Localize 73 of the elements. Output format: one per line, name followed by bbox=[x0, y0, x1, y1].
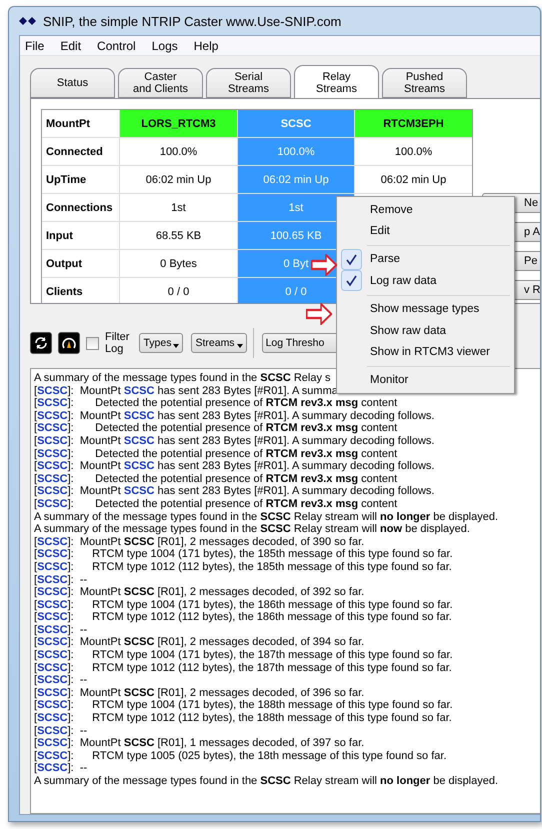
table-cell: 68.55 KB bbox=[120, 222, 237, 249]
log-line: [SCSC]: -- bbox=[34, 624, 88, 636]
log-line: A summary of the message types found in the SCSC Relay stream will no longer be displayed. bbox=[34, 510, 498, 524]
refresh-icon[interactable] bbox=[30, 332, 52, 354]
log-line: [SCSC]: -- bbox=[34, 724, 88, 738]
window-title: SNIP, the simple NTRIP Caster www.Use-SNIP.com bbox=[43, 14, 342, 28]
log-line: [SCSC]: RTCM type 1012 (112 bytes), the 188th message of this type found so far. bbox=[34, 712, 452, 725]
log-line: [SCSC]: RTCM type 1004 (171 bytes), the 188th message of this type found so far. bbox=[34, 699, 453, 712]
row-label: Connected bbox=[42, 138, 119, 165]
log-line: [SCSC]: MountPt SCSC has sent 283 Bytes [#R01]. A summary decoding follows. bbox=[34, 460, 434, 473]
row-label: MountPt bbox=[42, 110, 119, 137]
log-line: [SCSC]: RTCM type 1004 (171 bytes), the 185th message of this type found so far. bbox=[34, 548, 453, 561]
log-line: [SCSC]: MountPt SCSC [R01], 1 messages decoded, of 397 so far. bbox=[34, 737, 364, 750]
row-label: Clients bbox=[42, 278, 119, 303]
menu-item[interactable]: Edit bbox=[60, 38, 90, 52]
gauge-icon[interactable] bbox=[58, 332, 80, 354]
log-line: [SCSC]: Detected the potential presence of RTCM rev3.x msg content bbox=[34, 448, 398, 460]
tab[interactable]: Pushed Streams bbox=[382, 68, 467, 98]
caret-icon bbox=[236, 344, 243, 348]
log-line: [SCSC]: Detected the potential presence of RTCM rev3.x msg content bbox=[34, 472, 398, 486]
log-line: A summary of the message types found in the SCSC Relay stream will no longer be displayed. bbox=[34, 775, 498, 788]
log-line: [SCSC]: -- bbox=[34, 674, 88, 687]
log-line: [SCSC]: MountPt SCSC has sent 283 Bytes [#R01]. A summary decoding follows. bbox=[34, 434, 434, 448]
table-cell: 100.0% bbox=[355, 138, 472, 165]
stream-header[interactable]: RTCM3EPH bbox=[355, 110, 472, 137]
log-line: [SCSC]: MountPt SCSC [R01], 2 messages decoded, of 396 so far. bbox=[34, 686, 364, 700]
table-cell: 0 Bytes bbox=[120, 250, 237, 277]
table-cell: 06:02 min Up bbox=[120, 166, 237, 193]
log-line: [SCSC]: -- bbox=[34, 762, 88, 775]
log-line: [SCSC]: Detected the potential presence of RTCM rev3.x msg content bbox=[34, 397, 398, 410]
menu-item[interactable]: Logs bbox=[152, 38, 186, 52]
log-line: [SCSC]: MountPt SCSC [R01], 2 messages decoded, of 394 so far. bbox=[34, 636, 364, 650]
log-line: [SCSC]: Detected the potential presence of RTCM rev3.x msg content bbox=[34, 498, 398, 511]
row-label: UpTime bbox=[42, 166, 119, 193]
table-cell: 0 / 0 bbox=[120, 278, 237, 303]
log-line: [SCSC]: MountPt SCSC [R01], 2 messages decoded, of 392 so far. bbox=[34, 586, 364, 599]
row-label: Output bbox=[42, 250, 119, 277]
pointer-arrow-drawing bbox=[311, 254, 337, 276]
log-line: [SCSC]: RTCM type 1012 (112 bytes), the 187th message of this type found so far. bbox=[34, 662, 452, 674]
log-line: [SCSC]: RTCM type 1004 (171 bytes), the 186th message of this type found so far. bbox=[34, 598, 453, 612]
log-line: [SCSC]: MountPt SCSC has sent 283 Bytes [#R01]. A summary decoding follows. bbox=[34, 410, 434, 422]
tab[interactable]: Serial Streams bbox=[206, 68, 291, 98]
row-label: Input bbox=[42, 222, 119, 249]
table-cell: 100.0% bbox=[238, 138, 354, 165]
app-logo-icon bbox=[19, 16, 37, 26]
table-cell: 06:02 min Up bbox=[238, 166, 354, 193]
log-line: [SCSC]: RTCM type 1005 (025 bytes), the 18th message of this type found so far. bbox=[34, 750, 447, 762]
table-cell: 06:02 min Up bbox=[355, 166, 472, 193]
filter-log-checkbox[interactable] bbox=[86, 336, 99, 350]
log-line: [SCSC]: MountPt SCSC has sent 283 Bytes [#R01]. A summary decoding follows. bbox=[34, 485, 434, 498]
caret-icon bbox=[173, 344, 180, 348]
row-label: Connections bbox=[42, 194, 119, 221]
log-line: [SCSC]: RTCM type 1012 (112 bytes), the 185th message of this type found so far. bbox=[34, 560, 452, 574]
table-cell: 100.0% bbox=[120, 138, 237, 165]
log-line: A summary of the message types found in the SCSC Relay stream will now be displayed. bbox=[34, 523, 470, 536]
menu-item[interactable]: Control bbox=[97, 38, 144, 52]
log-line: [SCSC]: MountPt SCSC [R01], 2 messages decoded, of 390 so far. bbox=[34, 536, 364, 548]
table-cell: 1st bbox=[120, 194, 237, 221]
tab[interactable]: Status bbox=[30, 68, 115, 98]
tab[interactable]: Relay Streams bbox=[294, 65, 379, 99]
filter-log-label: Filter Log bbox=[105, 331, 130, 355]
log-line: A summary of the message types found in the SCSC Relay s bbox=[34, 372, 331, 385]
log-line: [SCSC]: RTCM type 1004 (171 bytes), the 187th message of this type found so far. bbox=[34, 649, 453, 662]
dropdown-button[interactable]: Streams bbox=[191, 333, 247, 353]
log-line: [SCSC]: RTCM type 1012 (112 bytes), the 186th message of this type found so far. bbox=[34, 611, 452, 624]
menu-item[interactable]: File bbox=[25, 38, 52, 52]
log-line: [SCSC]: Detected the potential presence of RTCM rev3.x msg content bbox=[34, 422, 398, 435]
log-line: [SCSC]: -- bbox=[34, 574, 88, 586]
menu-item[interactable]: Help bbox=[194, 38, 226, 52]
dropdown-button[interactable]: Types bbox=[139, 333, 184, 353]
tab[interactable]: Caster and Clients bbox=[118, 68, 203, 98]
stream-header[interactable]: LORS_RTCM3 bbox=[120, 110, 237, 137]
menu-item[interactable]: Monitor bbox=[339, 370, 512, 392]
